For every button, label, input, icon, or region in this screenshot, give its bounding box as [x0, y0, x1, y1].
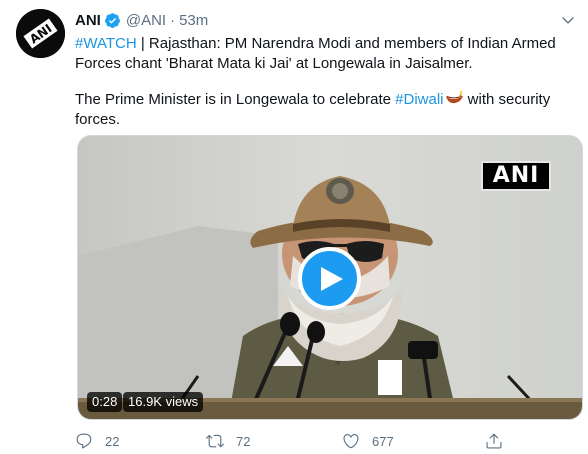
- tweet[interactable]: ANI ANI @ANI · 53m #WATCH | Rajasthan: P…: [0, 0, 588, 454]
- tweet-timestamp[interactable]: 53m: [179, 12, 208, 29]
- reply-count: 22: [105, 433, 120, 449]
- verified-badge-icon: [104, 12, 120, 28]
- tweet-header: ANI @ANI · 53m: [75, 10, 208, 30]
- like-count: 677: [372, 433, 394, 449]
- reply-icon: [76, 433, 92, 449]
- retweet-icon: [206, 434, 224, 448]
- reply-button[interactable]: 22: [75, 431, 119, 451]
- tweet-text-segment: | Rajasthan: PM Narendra Modi and member…: [136, 35, 556, 52]
- hashtag-watch[interactable]: #WATCH: [75, 35, 137, 52]
- retweet-button[interactable]: 72: [206, 431, 250, 451]
- video-player[interactable]: ANI 0:28 16.9K views: [77, 135, 583, 420]
- play-icon: [321, 266, 343, 291]
- tweet-actions: 22 72 677: [75, 431, 515, 451]
- author-handle[interactable]: @ANI: [126, 12, 166, 29]
- tweet-text-segment: The Prime Minister is in Longewala to ce…: [75, 91, 396, 108]
- diya-lamp-icon: [444, 90, 464, 106]
- tweet-text-segment: with security: [463, 91, 551, 108]
- tweet-text-line: The Prime Minister is in Longewala to ce…: [75, 90, 580, 110]
- hashtag-diwali[interactable]: #Diwali: [395, 91, 443, 108]
- share-button[interactable]: [485, 431, 503, 451]
- video-duration: 0:28: [87, 392, 123, 412]
- separator-dot: ·: [170, 11, 176, 29]
- tweet-text-line: Forces chant 'Bharat Mata ki Jai' at Lon…: [75, 55, 473, 72]
- video-views: 16.9K views: [123, 392, 204, 412]
- share-icon: [486, 433, 502, 449]
- like-button[interactable]: 677: [342, 431, 394, 451]
- avatar[interactable]: ANI: [16, 9, 65, 58]
- ani-watermark: ANI: [481, 161, 551, 191]
- heart-icon: [343, 434, 359, 449]
- retweet-count: 72: [236, 433, 251, 449]
- tweet-text-line: #WATCH | Rajasthan: PM Narendra Modi and…: [75, 34, 580, 54]
- chevron-down-icon[interactable]: [560, 12, 576, 28]
- ani-logo: ANI: [16, 9, 65, 58]
- author-name[interactable]: ANI: [75, 12, 101, 29]
- tweet-text-line: forces.: [75, 111, 121, 128]
- play-button[interactable]: [298, 247, 361, 310]
